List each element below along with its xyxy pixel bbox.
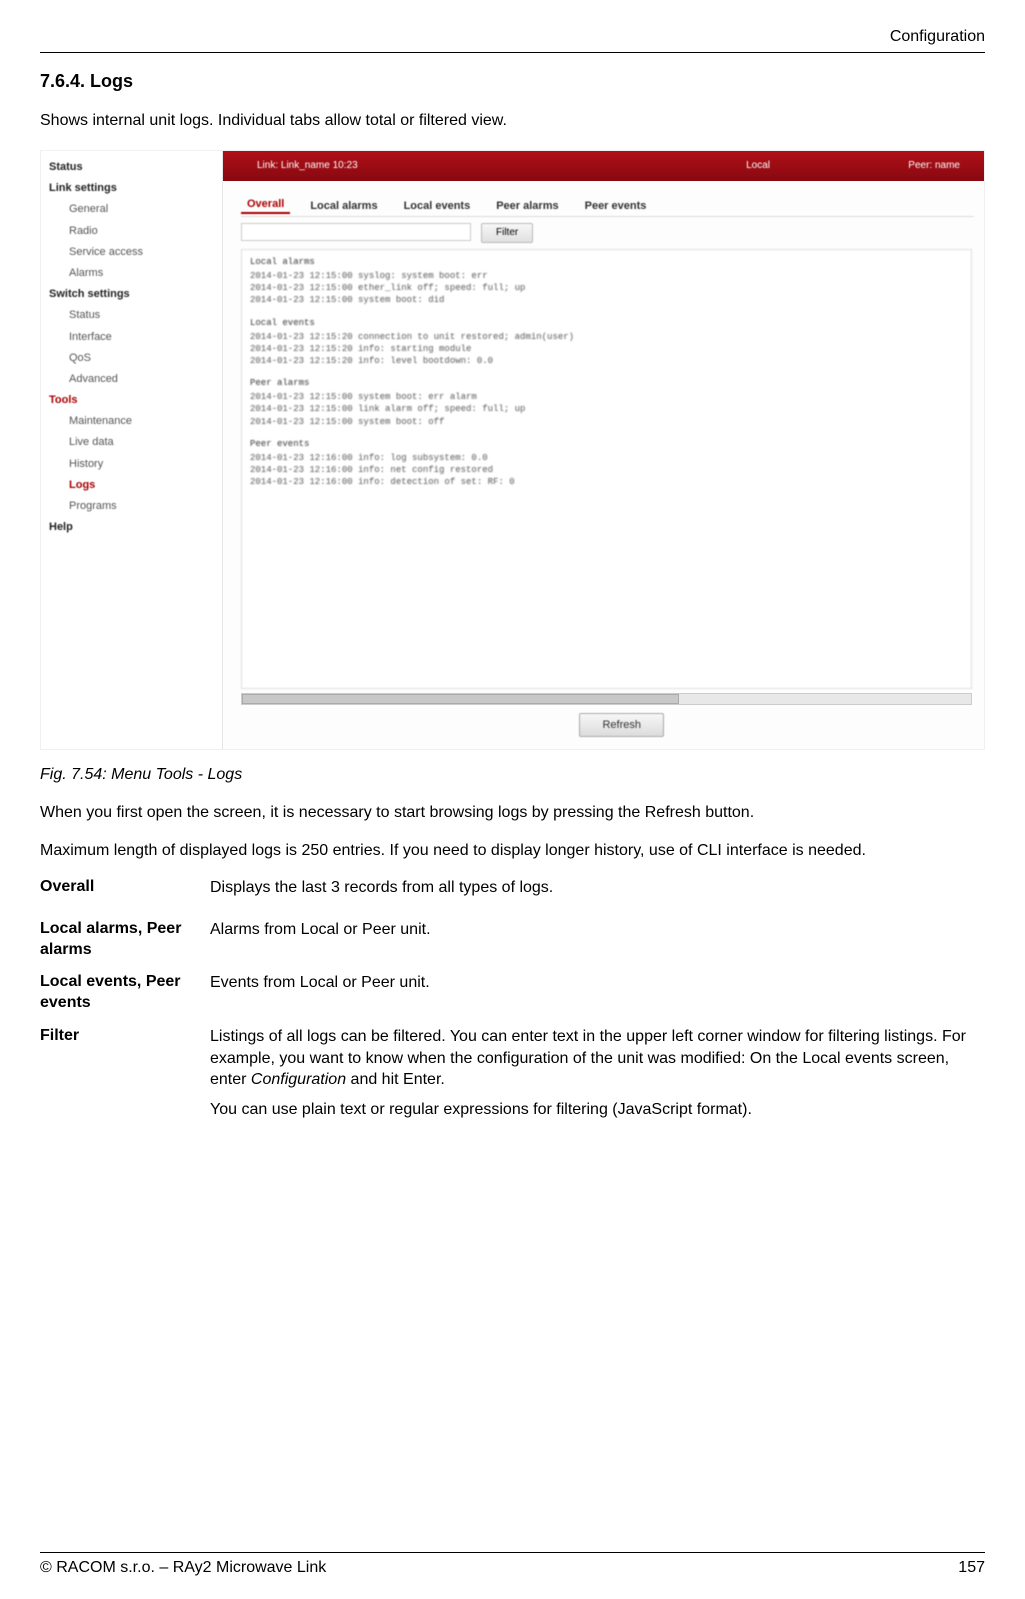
sidebar-item[interactable]: Live data xyxy=(41,432,222,453)
filter-p1-b: and hit Enter. xyxy=(346,1071,445,1088)
section-heading: 7.6.4. Logs xyxy=(40,71,985,92)
log-row: 2014-01-23 12:15:20 info: starting modul… xyxy=(250,343,963,355)
sidebar-item[interactable]: General xyxy=(41,199,222,220)
log-section: Peer events 2014-01-23 12:16:00 info: log… xyxy=(250,438,963,489)
bottom-rule xyxy=(40,1552,985,1553)
sidebar-item[interactable]: History xyxy=(41,454,222,475)
def-desc-filter-p2: You can use plain text or regular expres… xyxy=(210,1099,985,1121)
filter-p1-em: Configuration xyxy=(251,1071,346,1088)
def-desc-events: Events from Local or Peer unit. xyxy=(210,972,985,1014)
def-desc-overall: Displays the last 3 records from all typ… xyxy=(210,877,985,907)
topbar-local: Local xyxy=(732,151,784,181)
log-row: 2014-01-23 12:15:00 link alarm off; spee… xyxy=(250,403,963,415)
page-footer: © RACOM s.r.o. – RAy2 Microwave Link 157 xyxy=(40,1544,985,1577)
def-desc-alarms: Alarms from Local or Peer unit. xyxy=(210,919,985,961)
filter-button[interactable]: Filter xyxy=(481,223,533,243)
sidebar-item[interactable]: Maintenance xyxy=(41,411,222,432)
log-section: Local alarms 2014-01-23 12:15:00 syslog: … xyxy=(250,256,963,307)
def-term-alarms: Local alarms, Peer alarms xyxy=(40,919,200,961)
fig-tabs: Overall Local alarms Local events Peer alar… xyxy=(241,191,974,217)
sidebar-item[interactable]: Status xyxy=(41,157,222,178)
sidebar-item[interactable]: Alarms xyxy=(41,263,222,284)
sidebar-item[interactable]: QoS xyxy=(41,348,222,369)
log-row: 2014-01-23 12:16:00 info: net config res… xyxy=(250,464,963,476)
tab-local-events[interactable]: Local events xyxy=(398,198,477,214)
def-term-filter: Filter xyxy=(40,1026,200,1128)
footer-copyright: © RACOM s.r.o. – RAy2 Microwave Link xyxy=(40,1559,326,1577)
footer-page-number: 157 xyxy=(958,1559,985,1577)
paragraph-max-length: Maximum length of displayed logs is 250 … xyxy=(40,840,985,862)
log-row: 2014-01-23 12:15:00 system boot: err ala… xyxy=(250,391,963,403)
sidebar-item[interactable]: Programs xyxy=(41,496,222,517)
log-section-title: Local alarms xyxy=(250,256,963,268)
log-section-title: Peer events xyxy=(250,438,963,450)
log-row: 2014-01-23 12:15:00 system boot: did xyxy=(250,294,963,306)
intro-paragraph: Shows internal unit logs. Individual tab… xyxy=(40,112,985,130)
log-row: 2014-01-23 12:15:00 ether_link off; spee… xyxy=(250,282,963,294)
refresh-button[interactable]: Refresh xyxy=(579,713,664,737)
tab-peer-events[interactable]: Peer events xyxy=(579,198,653,214)
sidebar-item[interactable]: Help xyxy=(41,517,222,538)
sidebar-item[interactable]: Advanced xyxy=(41,369,222,390)
def-term-overall: Overall xyxy=(40,877,200,907)
def-desc-events-text: Events from Local or Peer unit. xyxy=(210,972,985,994)
sidebar-item[interactable]: Logs xyxy=(41,475,222,496)
def-term-events: Local events, Peer events xyxy=(40,972,200,1014)
scrollbar-thumb[interactable] xyxy=(242,694,679,704)
tab-local-alarms[interactable]: Local alarms xyxy=(304,198,383,214)
horizontal-scrollbar[interactable] xyxy=(241,693,972,705)
def-desc-filter-p1: Listings of all logs can be filtered. Yo… xyxy=(210,1026,985,1091)
log-row: 2014-01-23 12:15:00 system boot: off xyxy=(250,416,963,428)
def-desc-alarms-text: Alarms from Local or Peer unit. xyxy=(210,919,985,941)
topbar-peer: Peer: name xyxy=(894,151,974,181)
definition-list: Overall Displays the last 3 records from… xyxy=(40,877,985,1128)
chapter-label: Configuration xyxy=(40,28,985,46)
figure-screenshot: StatusLink settingsGeneralRadioService a… xyxy=(40,150,985,750)
fig-topbar: Link: Link_name 10:23 Local Peer: name xyxy=(223,151,984,181)
sidebar-item[interactable]: Status xyxy=(41,305,222,326)
sidebar-item[interactable]: Tools xyxy=(41,390,222,411)
log-row: 2014-01-23 12:16:00 info: log subsystem:… xyxy=(250,452,963,464)
top-rule xyxy=(40,52,985,53)
log-section-title: Peer alarms xyxy=(250,377,963,389)
log-row: 2014-01-23 12:15:20 info: level bootdown… xyxy=(250,355,963,367)
filter-input[interactable] xyxy=(241,223,471,241)
sidebar-item[interactable]: Radio xyxy=(41,221,222,242)
tab-peer-alarms[interactable]: Peer alarms xyxy=(490,198,564,214)
sidebar-item[interactable]: Switch settings xyxy=(41,284,222,305)
log-row: 2014-01-23 12:15:20 connection to unit r… xyxy=(250,331,963,343)
sidebar-item[interactable]: Interface xyxy=(41,327,222,348)
def-desc-filter: Listings of all logs can be filtered. Yo… xyxy=(210,1026,985,1128)
fig-sidebar: StatusLink settingsGeneralRadioService a… xyxy=(41,151,223,749)
sidebar-item[interactable]: Service access xyxy=(41,242,222,263)
paragraph-refresh-note: When you first open the screen, it is ne… xyxy=(40,802,985,824)
tab-overall[interactable]: Overall xyxy=(241,196,290,214)
topbar-link-name: Link: Link_name 10:23 xyxy=(243,151,372,181)
def-desc-overall-text: Displays the last 3 records from all typ… xyxy=(210,877,985,899)
log-row: 2014-01-23 12:15:00 syslog: system boot:… xyxy=(250,270,963,282)
log-section: Peer alarms 2014-01-23 12:15:00 system bo… xyxy=(250,377,963,428)
log-section-title: Local events xyxy=(250,317,963,329)
sidebar-item[interactable]: Link settings xyxy=(41,178,222,199)
log-area: Local alarms 2014-01-23 12:15:00 syslog: … xyxy=(241,249,972,689)
log-row: 2014-01-23 12:16:00 info: detection of s… xyxy=(250,476,963,488)
log-section: Local events 2014-01-23 12:15:20 connecti… xyxy=(250,317,963,368)
figure-caption: Fig. 7.54: Menu Tools - Logs xyxy=(40,766,985,784)
